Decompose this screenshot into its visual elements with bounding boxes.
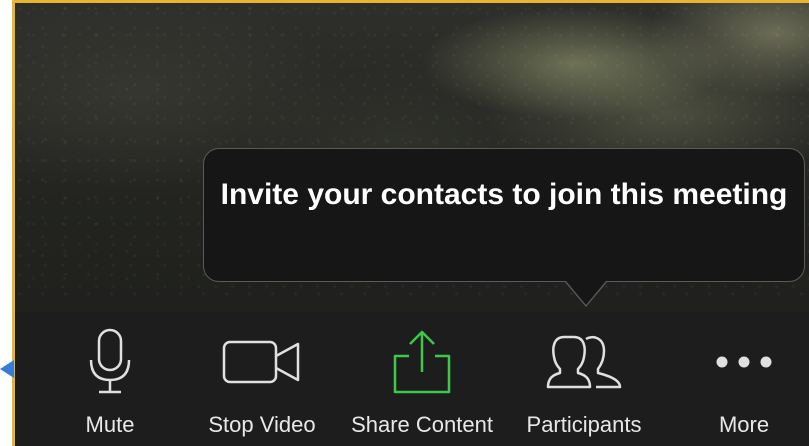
meeting-window: Invite your contacts to join this meetin… xyxy=(0,0,809,446)
microphone-icon xyxy=(55,326,165,398)
stop-video-button[interactable]: Stop Video xyxy=(187,312,337,446)
mute-button[interactable]: Mute xyxy=(55,312,165,446)
mute-label: Mute xyxy=(85,412,135,437)
share-upload-icon xyxy=(337,326,507,398)
share-content-label: Share Content xyxy=(351,412,493,437)
participants-icon xyxy=(509,326,659,398)
frame-border-top xyxy=(14,0,809,3)
more-button[interactable]: More xyxy=(691,312,797,446)
participants-label: Participants xyxy=(526,412,642,437)
tooltip-pointer xyxy=(566,281,606,305)
more-label: More xyxy=(718,412,770,437)
invite-tooltip: Invite your contacts to join this meetin… xyxy=(203,148,805,282)
meeting-toolbar: Mute Stop Video Share Content Participan… xyxy=(15,312,809,446)
video-camera-icon xyxy=(187,326,337,398)
share-content-button[interactable]: Share Content xyxy=(337,312,507,446)
participants-button[interactable]: Participants xyxy=(509,312,659,446)
pointer-arrow-icon xyxy=(0,360,14,378)
stop-video-label: Stop Video xyxy=(208,412,316,437)
invite-tooltip-text: Invite your contacts to join this meetin… xyxy=(220,178,788,211)
more-dots-icon xyxy=(691,326,797,398)
